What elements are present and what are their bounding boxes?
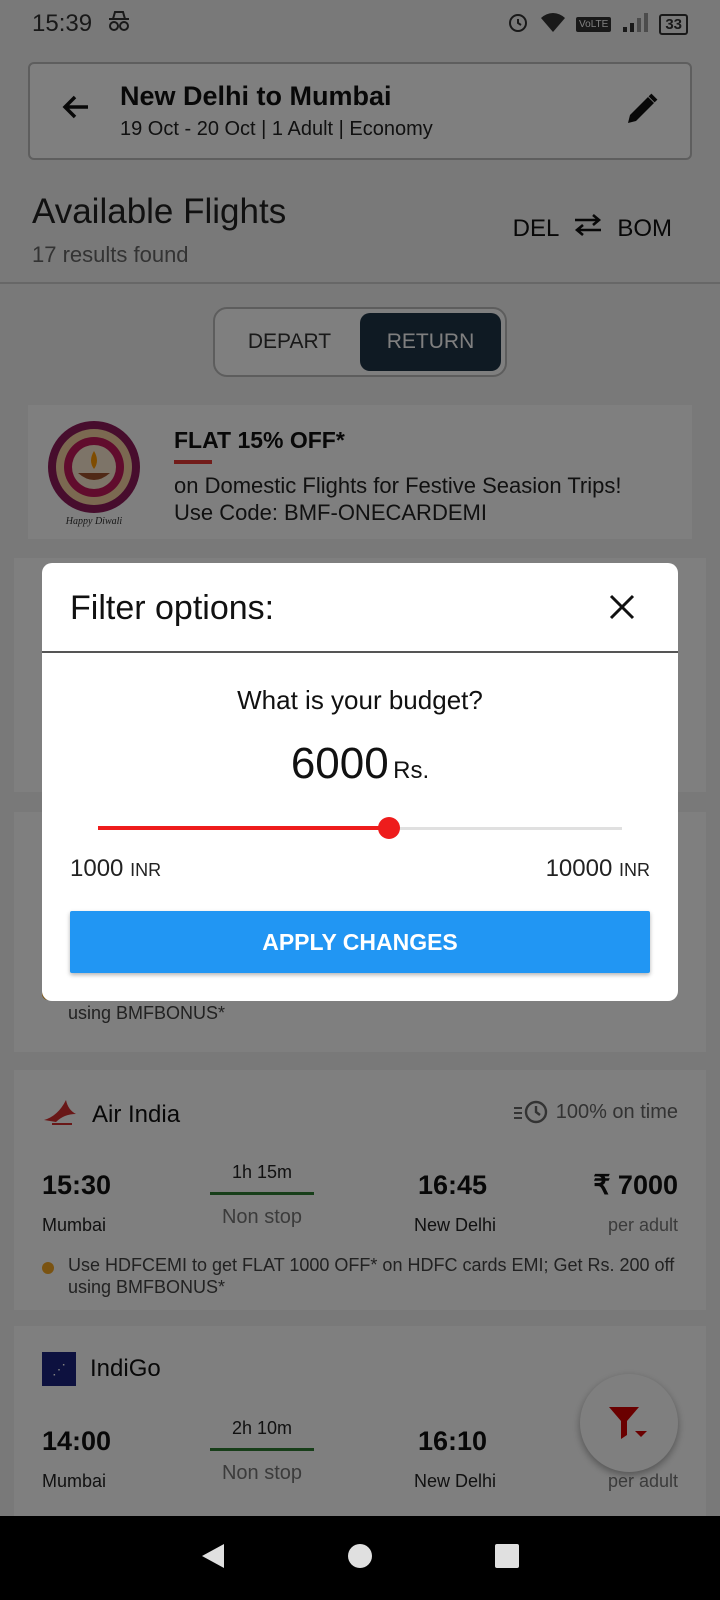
budget-question: What is your budget? — [237, 685, 483, 715]
apply-changes-button[interactable]: APPLY CHANGES — [70, 911, 650, 973]
triangle-back-icon — [202, 1543, 225, 1568]
dialog-title: Filter options: — [70, 589, 275, 627]
budget-value: 6000 — [290, 739, 389, 788]
budget-unit: Rs. — [393, 757, 430, 784]
budget-max-label: 10000 INR — [546, 855, 650, 883]
close-button[interactable] — [602, 587, 642, 627]
budget-min-unit: INR — [130, 860, 162, 880]
budget-max-value: 10000 — [545, 855, 613, 882]
square-recents-icon — [494, 1543, 519, 1568]
budget-min-value: 1000 — [70, 855, 124, 882]
budget-min-label: 1000 INR — [70, 855, 161, 883]
budget-slider[interactable] — [98, 816, 622, 840]
slider-thumb[interactable] — [378, 817, 401, 839]
filter-dialog: Filter options: What is your budget? 600… — [42, 563, 678, 1001]
system-nav-bar — [0, 1516, 720, 1600]
budget-amount: 6000 Rs. — [42, 739, 678, 789]
budget-max-unit: INR — [619, 860, 650, 880]
close-icon — [609, 594, 635, 620]
nav-home-button[interactable] — [345, 1541, 375, 1576]
circle-home-icon — [347, 1543, 372, 1568]
nav-recents-button[interactable] — [492, 1541, 522, 1576]
dialog-divider — [42, 651, 678, 653]
nav-back-button[interactable] — [198, 1541, 228, 1576]
slider-fill — [98, 826, 390, 830]
